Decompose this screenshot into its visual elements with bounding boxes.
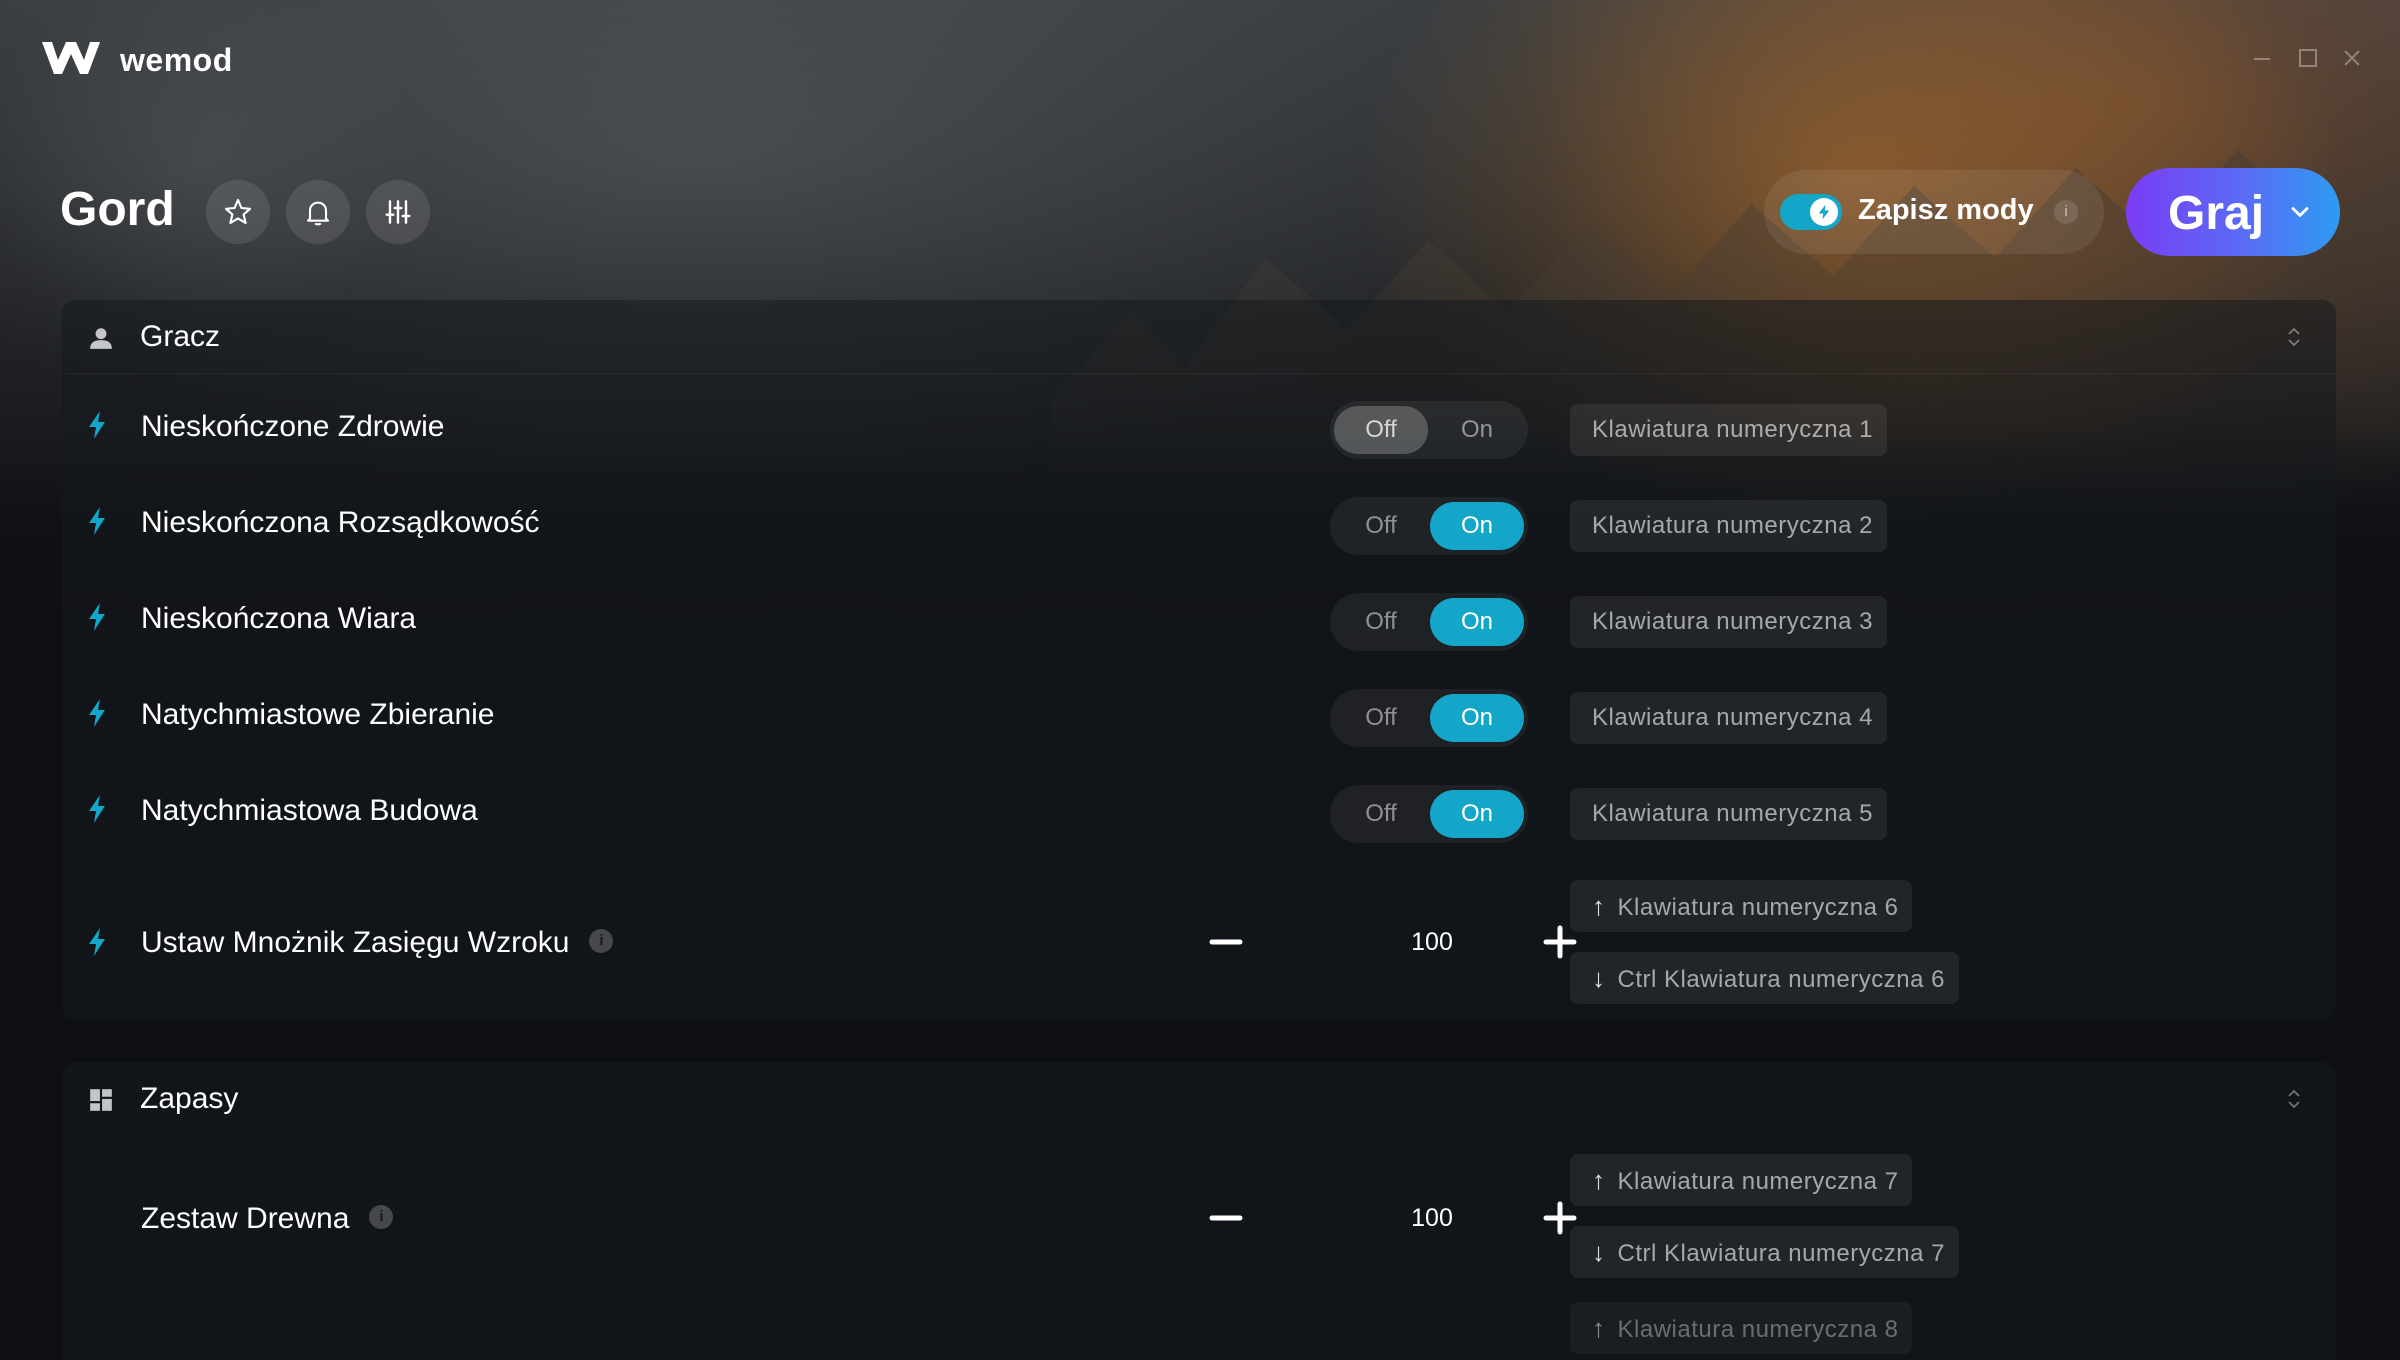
play-button-label: Graj bbox=[2168, 187, 2265, 240]
mod-toggle[interactable]: Off On bbox=[1330, 401, 1528, 459]
bolt-icon bbox=[89, 699, 105, 727]
game-title: Gord bbox=[60, 183, 175, 236]
hotkey-badge[interactable]: Klawiatura numeryczna 4 bbox=[1570, 692, 1887, 744]
info-icon[interactable]: i bbox=[589, 929, 614, 954]
stepper-value[interactable]: 100 bbox=[1392, 928, 1472, 957]
play-button[interactable]: Graj bbox=[2126, 168, 2340, 256]
mod-name-wrapper: Zestaw Drewna i bbox=[141, 1202, 394, 1236]
hotkey-label: Ctrl Klawiatura numeryczna 7 bbox=[1617, 1240, 1945, 1267]
bolt-icon bbox=[1810, 198, 1838, 226]
toggle-on-option[interactable]: On bbox=[1430, 502, 1524, 550]
bell-icon bbox=[306, 201, 330, 226]
minus-icon[interactable] bbox=[1206, 922, 1246, 962]
mod-toggle[interactable]: Off On bbox=[1330, 497, 1528, 555]
notifications-button[interactable] bbox=[286, 180, 350, 244]
bolt-icon bbox=[89, 603, 105, 631]
collapse-icon[interactable] bbox=[2282, 322, 2306, 352]
mod-name-wrapper: Ustaw Mnożnik Zasięgu Wzroku i bbox=[141, 926, 614, 960]
close-icon[interactable] bbox=[2338, 44, 2366, 72]
info-icon[interactable]: i bbox=[369, 1205, 394, 1230]
chevron-down-icon[interactable] bbox=[2286, 198, 2314, 226]
app-name: wemod bbox=[120, 42, 233, 78]
section-header[interactable]: Gracz bbox=[62, 300, 2336, 374]
sliders-icon bbox=[385, 200, 411, 224]
hotkey-badge[interactable]: Klawiatura numeryczna 2 bbox=[1570, 500, 1887, 552]
maximize-icon[interactable] bbox=[2294, 44, 2322, 72]
mod-row: Nieskończona Rozsądkowość Off On Klawiat… bbox=[62, 476, 2336, 572]
mod-row: Nieskończone Zdrowie Off On Klawiatura n… bbox=[62, 380, 2336, 476]
toggle-off-option[interactable]: Off bbox=[1334, 406, 1428, 454]
save-mods-info-icon[interactable]: i bbox=[2054, 200, 2078, 224]
toggle-off-option[interactable]: Off bbox=[1334, 598, 1428, 646]
hotkey-badge-increase[interactable]: ↑ Klawiatura numeryczna 7 bbox=[1570, 1154, 1913, 1206]
hotkey-label: Klawiatura numeryczna 8 bbox=[1617, 1316, 1899, 1343]
toggle-off-option[interactable]: Off bbox=[1334, 694, 1428, 742]
collapse-icon[interactable] bbox=[2282, 1084, 2306, 1114]
mod-toggle[interactable]: Off On bbox=[1330, 785, 1528, 843]
minus-icon[interactable] bbox=[1206, 1198, 1246, 1238]
mod-row: Natychmiastowe Zbieranie Off On Klawiatu… bbox=[62, 668, 2336, 764]
mod-name: Nieskończone Zdrowie bbox=[141, 410, 445, 443]
hotkey-label: Klawiatura numeryczna 6 bbox=[1617, 894, 1899, 921]
arrow-up-icon: ↑ bbox=[1592, 1165, 1606, 1195]
toggle-on-option[interactable]: On bbox=[1430, 790, 1524, 838]
section-header[interactable]: Zapasy bbox=[62, 1062, 2336, 1136]
user-icon bbox=[90, 328, 112, 349]
mod-row: Natychmiastowa Budowa Off On Klawiatura … bbox=[62, 764, 2336, 860]
bolt-icon bbox=[89, 928, 105, 956]
hotkey-label: Ctrl Klawiatura numeryczna 6 bbox=[1617, 966, 1945, 993]
mod-name: Nieskończona Rozsądkowość bbox=[141, 506, 540, 539]
bolt-icon bbox=[89, 507, 105, 535]
mod-name: Nieskończona Wiara bbox=[141, 602, 417, 635]
arrow-up-icon: ↑ bbox=[1592, 1313, 1606, 1343]
save-mods-control: Zapisz mody i bbox=[1764, 170, 2104, 254]
stepper-value[interactable]: 100 bbox=[1392, 1204, 1472, 1233]
mod-row: Nieskończona Wiara Off On Klawiatura num… bbox=[62, 572, 2336, 668]
mod-toggle[interactable]: Off On bbox=[1330, 689, 1528, 747]
hotkey-badge-decrease[interactable]: ↓ Ctrl Klawiatura numeryczna 7 bbox=[1570, 1226, 1959, 1278]
grid-icon bbox=[90, 1089, 112, 1111]
mod-name: Zestaw Drewna bbox=[141, 1202, 350, 1235]
minimize-icon[interactable] bbox=[2248, 44, 2276, 72]
hotkey-badge[interactable]: Klawiatura numeryczna 1 bbox=[1570, 404, 1887, 456]
hotkey-badge-decrease[interactable]: ↓ Ctrl Klawiatura numeryczna 6 bbox=[1570, 952, 1959, 1004]
section-title: Zapasy bbox=[140, 1082, 239, 1115]
section-gracz: Gracz Nieskończone Zdrowie Off On Klawia… bbox=[62, 300, 2336, 1020]
title-bar: wemod bbox=[0, 0, 2400, 110]
bolt-icon bbox=[89, 411, 105, 439]
toggle-on-option[interactable]: On bbox=[1430, 598, 1524, 646]
mod-row-stepper: Zestaw Drewna i 100 ↑ Klawiatura numeryczn… bbox=[62, 1150, 2336, 1354]
arrow-down-icon: ↓ bbox=[1592, 1237, 1606, 1267]
section-title: Gracz bbox=[140, 320, 221, 353]
toggle-off-option[interactable]: Off bbox=[1334, 502, 1428, 550]
hotkey-badge-increase[interactable]: ↑ Klawiatura numeryczna 6 bbox=[1570, 880, 1913, 932]
hotkey-badge-increase[interactable]: ↑ Klawiatura numeryczna 8 bbox=[1570, 1302, 1913, 1354]
mod-name: Natychmiastowa Budowa bbox=[141, 794, 478, 827]
toggle-on-option[interactable]: On bbox=[1430, 694, 1524, 742]
hotkey-badge[interactable]: Klawiatura numeryczna 3 bbox=[1570, 596, 1887, 648]
hotkey-label: Klawiatura numeryczna 7 bbox=[1617, 1168, 1899, 1195]
settings-button[interactable] bbox=[366, 180, 430, 244]
mod-row-stepper: Ustaw Mnożnik Zasięgu Wzroku i 100 ↑ Klawi… bbox=[62, 872, 2336, 1012]
hotkey-badge[interactable]: Klawiatura numeryczna 5 bbox=[1570, 788, 1887, 840]
favorite-button[interactable] bbox=[206, 180, 270, 244]
wemod-logo-icon bbox=[42, 42, 100, 74]
toggle-off-option[interactable]: Off bbox=[1334, 790, 1428, 838]
arrow-down-icon: ↓ bbox=[1592, 963, 1606, 993]
mod-name: Natychmiastowe Zbieranie bbox=[141, 698, 495, 731]
section-zapasy: Zapasy Zestaw Drewna i 100 ↑ Klawiatura nu… bbox=[62, 1062, 2336, 1360]
bolt-icon bbox=[89, 795, 105, 823]
save-mods-toggle[interactable] bbox=[1780, 194, 1842, 230]
mod-name: Ustaw Mnożnik Zasięgu Wzroku bbox=[141, 926, 570, 959]
arrow-up-icon: ↑ bbox=[1592, 891, 1606, 921]
star-icon bbox=[224, 198, 252, 224]
toggle-on-option[interactable]: On bbox=[1430, 406, 1524, 454]
save-mods-label: Zapisz mody bbox=[1858, 194, 2034, 226]
mod-toggle[interactable]: Off On bbox=[1330, 593, 1528, 651]
